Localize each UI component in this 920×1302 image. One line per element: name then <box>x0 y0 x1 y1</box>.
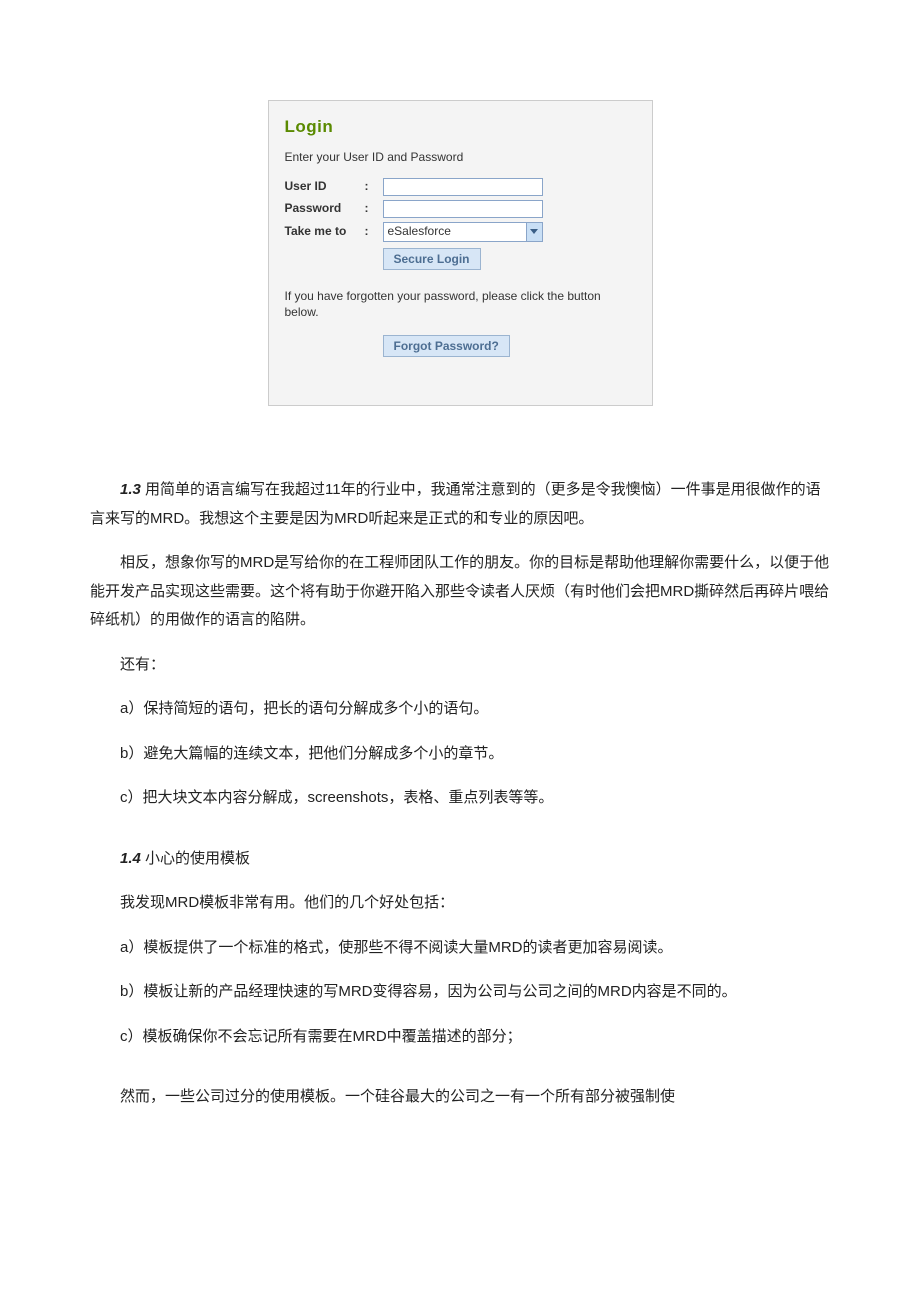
secure-login-button[interactable]: Secure Login <box>383 248 481 270</box>
user-id-input[interactable] <box>383 178 543 196</box>
spacer <box>285 248 383 270</box>
list-item-b: b）模板让新的产品经理快速的写MRD变得容易，因为公司与公司之间的MRD内容是不… <box>90 978 830 1007</box>
paragraph-1-4: 1.4 小心的使用模板 <box>90 845 830 874</box>
list-item-c: c）把大块文本内容分解成，screenshots，表格、重点列表等等。 <box>90 784 830 813</box>
take-me-to-label: Take me to <box>285 223 365 240</box>
take-me-to-value: eSalesforce <box>388 223 451 240</box>
forgot-password-text: If you have forgotten your password, ple… <box>285 288 636 322</box>
password-row: Password : <box>285 200 636 218</box>
chevron-down-icon <box>526 223 542 241</box>
section-title: 小心的使用模板 <box>141 850 250 867</box>
paragraph: 还有： <box>90 651 830 680</box>
login-box: Login Enter your User ID and Password Us… <box>268 100 653 406</box>
list-item-b: b）避免大篇幅的连续文本，把他们分解成多个小的章节。 <box>90 740 830 769</box>
spacer <box>90 829 830 845</box>
section-number-1-3: 1.3 <box>120 481 141 498</box>
document-body: 1.3 用简单的语言编写在我超过11年的行业中，我通常注意到的（更多是令我懊恼）… <box>90 476 830 1112</box>
login-title: Login <box>285 115 636 139</box>
take-me-to-row: Take me to : eSalesforce <box>285 222 636 242</box>
list-item-a: a）模板提供了一个标准的格式，使那些不得不阅读大量MRD的读者更加容易阅读。 <box>90 934 830 963</box>
list-item-a: a）保持简短的语句，把长的语句分解成多个小的语句。 <box>90 695 830 724</box>
paragraph-text: 用简单的语言编写在我超过11年的行业中，我通常注意到的（更多是令我懊恼）一件事是… <box>90 481 821 527</box>
forgot-password-row: Forgot Password? <box>285 335 636 357</box>
paragraph-1-3: 1.3 用简单的语言编写在我超过11年的行业中，我通常注意到的（更多是令我懊恼）… <box>90 476 830 533</box>
paragraph: 我发现MRD模板非常有用。他们的几个好处包括： <box>90 889 830 918</box>
paragraph-text: b）模板让新的产品经理快速的写MRD变得容易，因为公司与公司之间的MRD内容是不… <box>120 983 737 1000</box>
colon: : <box>365 223 383 240</box>
login-subtitle: Enter your User ID and Password <box>285 149 636 166</box>
colon: : <box>365 178 383 195</box>
login-box-container: Login Enter your User ID and Password Us… <box>90 100 830 406</box>
user-id-label: User ID <box>285 178 365 195</box>
paragraph: 然而，一些公司过分的使用模板。一个硅谷最大的公司之一有一个所有部分被强制使 <box>90 1083 830 1112</box>
secure-login-row: Secure Login <box>285 248 636 270</box>
colon: : <box>365 200 383 217</box>
user-id-row: User ID : <box>285 178 636 196</box>
take-me-to-select[interactable]: eSalesforce <box>383 222 543 242</box>
password-label: Password <box>285 200 365 217</box>
paragraph: 相反，想象你写的MRD是写给你的在工程师团队工作的朋友。你的目标是帮助他理解你需… <box>90 549 830 635</box>
spacer <box>90 1067 830 1083</box>
section-number-1-4: 1.4 <box>120 850 141 867</box>
spacer <box>285 335 383 357</box>
password-input[interactable] <box>383 200 543 218</box>
list-item-c: c）模板确保你不会忘记所有需要在MRD中覆盖描述的部分； <box>90 1023 830 1052</box>
forgot-password-button[interactable]: Forgot Password? <box>383 335 510 357</box>
